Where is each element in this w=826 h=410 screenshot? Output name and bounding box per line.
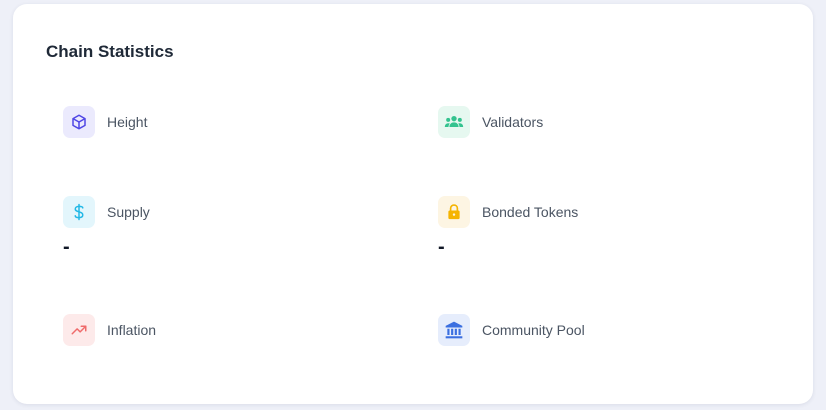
stat-height-label: Height — [107, 114, 148, 130]
stat-community-pool: Community Pool — [438, 314, 758, 354]
stat-bonded-tokens: Bonded Tokens - — [438, 196, 758, 258]
stat-community-pool-label: Community Pool — [482, 322, 585, 338]
dollar-icon — [63, 196, 95, 228]
stat-supply: Supply - — [63, 196, 383, 258]
card-title: Chain Statistics — [46, 42, 174, 61]
stat-supply-value: - — [63, 236, 70, 258]
stat-validators: Validators — [438, 106, 758, 146]
cube-icon — [63, 106, 95, 138]
stat-bonded-tokens-label: Bonded Tokens — [482, 204, 579, 220]
bank-icon — [438, 314, 470, 346]
stat-validators-label: Validators — [482, 114, 544, 130]
stat-inflation: Inflation — [63, 314, 383, 354]
trending-up-icon — [63, 314, 95, 346]
stat-supply-label: Supply — [107, 204, 150, 220]
users-group-icon — [438, 106, 470, 138]
stat-inflation-label: Inflation — [107, 322, 157, 338]
lock-icon — [438, 196, 470, 228]
stat-height: Height — [63, 106, 383, 146]
chain-statistics-card: Chain Statistics Height Validators Suppl… — [13, 4, 813, 404]
stat-bonded-tokens-value: - — [438, 236, 445, 258]
